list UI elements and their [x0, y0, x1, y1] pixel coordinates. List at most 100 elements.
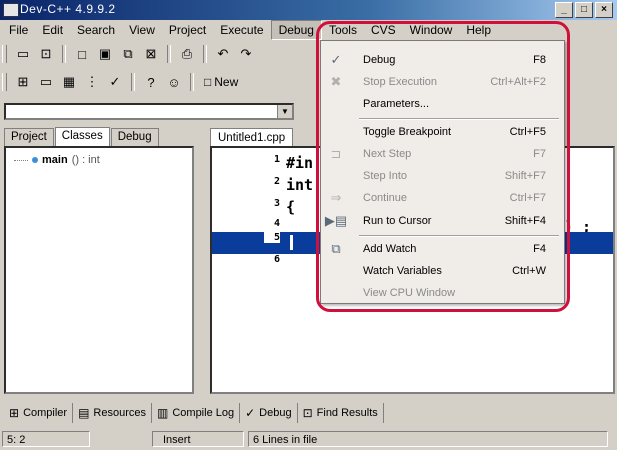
redo-icon[interactable]: ↷ — [236, 44, 256, 64]
run-icon[interactable]: ▭ — [36, 72, 56, 92]
menu-item-debug[interactable]: ✓ Debug F8 — [321, 49, 564, 71]
open-project-icon[interactable]: ⊡ — [36, 44, 56, 64]
about-icon[interactable]: ☺ — [164, 72, 184, 92]
line-code: { — [286, 198, 296, 216]
save-all-icon[interactable]: ⧉ — [118, 44, 138, 64]
tab-classes[interactable]: Classes — [54, 127, 110, 146]
menu-tools[interactable]: Tools — [322, 21, 364, 39]
toolbar-separator — [62, 45, 66, 63]
menu-item-watch-variables[interactable]: Watch Variables Ctrl+W — [321, 260, 564, 282]
tab-compile-log[interactable]: ▥ Compile Log — [152, 403, 241, 423]
menu-help[interactable]: Help — [459, 21, 498, 39]
rebuild-icon[interactable]: ⋮ — [82, 72, 102, 92]
menu-project[interactable]: Project — [162, 21, 213, 39]
compiler-icon: ⊞ — [9, 406, 20, 420]
tab-project[interactable]: Project — [4, 128, 54, 146]
toolbar-separator — [190, 73, 194, 91]
run-to-cursor-icon: ▶▤ — [324, 213, 348, 228]
tab-untitled1[interactable]: Untitled1.cpp — [210, 128, 294, 147]
tab-find-results[interactable]: ⊡ Find Results — [298, 403, 384, 423]
status-bar: 5: 2 Insert 6 Lines in file — [0, 429, 617, 450]
maximize-button[interactable]: □ — [575, 2, 593, 18]
save-icon[interactable]: ▣ — [95, 44, 115, 64]
status-mode: Insert — [152, 431, 244, 447]
next-step-icon: ⊐ — [330, 146, 342, 161]
status-position: 5: 2 — [2, 431, 90, 447]
menu-item-view-cpu-window[interactable]: View CPU Window — [321, 282, 564, 304]
window-controls: _ □ × — [555, 2, 613, 18]
line-code: int — [286, 176, 314, 194]
status-info: 6 Lines in file — [248, 431, 608, 447]
app-icon — [3, 3, 19, 17]
menu-window[interactable]: Window — [403, 21, 460, 39]
toolbar-grip[interactable] — [2, 45, 7, 63]
menu-debug[interactable]: Debug — [270, 20, 322, 40]
line-code: #in — [286, 154, 314, 172]
tree-item-main[interactable]: main () : int — [14, 154, 100, 166]
tab-debug-output[interactable]: ✓ Debug — [240, 403, 298, 423]
find-results-icon: ⊡ — [302, 406, 313, 420]
menu-item-add-watch[interactable]: ⧉ Add Watch F4 — [321, 238, 564, 260]
menu-item-step-into[interactable]: Step Into Shift+F7 — [321, 165, 564, 187]
help-icon[interactable]: ? — [141, 72, 161, 92]
close-button[interactable]: × — [595, 2, 613, 18]
menu-separator — [359, 235, 559, 237]
menu-item-next-step[interactable]: ⊐ Next Step F7 — [321, 143, 564, 165]
print-icon[interactable]: ⎙ — [177, 44, 197, 64]
close-file-icon[interactable]: ⊠ — [141, 44, 161, 64]
new-file-icon: □ — [204, 75, 212, 89]
add-watch-icon: ⧉ — [331, 241, 341, 256]
class-browser: main () : int — [4, 146, 194, 394]
undo-icon[interactable]: ↶ — [213, 44, 233, 64]
new-button-label: New — [214, 75, 239, 89]
dev-cpp-window: Dev-C++ 4.9.9.2 _ □ × File Edit Search V… — [0, 0, 617, 450]
menu-view[interactable]: View — [122, 21, 162, 39]
new-project-icon[interactable]: ▭ — [13, 44, 33, 64]
minimize-button[interactable]: _ — [555, 2, 573, 18]
menu-item-stop-execution[interactable]: ✖ Stop Execution Ctrl+Alt+F2 — [321, 71, 564, 93]
line-number: 2 — [273, 176, 280, 187]
title-bar: Dev-C++ 4.9.9.2 _ □ × — [0, 0, 617, 20]
chevron-down-icon[interactable]: ▼ — [277, 105, 292, 118]
class-selector[interactable]: ▼ — [4, 103, 294, 120]
new-file-icon[interactable]: □ — [72, 44, 92, 64]
menu-edit[interactable]: Edit — [35, 21, 70, 39]
menu-cvs[interactable]: CVS — [364, 21, 403, 39]
tree-connector — [14, 159, 28, 161]
line-number: 1 — [273, 154, 280, 165]
line-number: 3 — [273, 198, 280, 209]
text-caret — [290, 235, 293, 250]
tab-resources[interactable]: ▤ Resources — [73, 403, 152, 423]
toolbar-separator — [167, 45, 171, 63]
bottom-panel-tabs: ⊞ Compiler ▤ Resources ▥ Compile Log ✓ D… — [4, 402, 384, 424]
debug-check-icon[interactable]: ✓ — [105, 72, 125, 92]
main-toolbar: ▭ ⊡ □ ▣ ⧉ ⊠ ⎙ ↶ ↷ — [2, 42, 256, 66]
line-number: 6 — [273, 254, 280, 265]
toolbar-separator — [203, 45, 207, 63]
continue-icon: ⇒ — [330, 190, 342, 205]
compile-icon[interactable]: ⊞ — [13, 72, 33, 92]
resources-icon: ▤ — [78, 406, 90, 420]
menu-search[interactable]: Search — [70, 21, 122, 39]
toolbar-separator — [131, 73, 135, 91]
tab-debug[interactable]: Debug — [110, 128, 159, 146]
check-icon: ✓ — [245, 406, 256, 420]
menu-execute[interactable]: Execute — [213, 21, 270, 39]
tab-label: Resources — [93, 407, 146, 419]
menu-item-toggle-breakpoint[interactable]: Toggle Breakpoint Ctrl+F5 — [321, 121, 564, 143]
compile-log-icon: ▥ — [157, 406, 169, 420]
compile-run-icon[interactable]: ▦ — [59, 72, 79, 92]
line-number: 5 — [264, 232, 280, 243]
menu-item-run-to-cursor[interactable]: ▶▤ Run to Cursor Shift+F4 — [321, 210, 564, 232]
new-button[interactable]: □ New — [200, 75, 242, 89]
check-icon: ✓ — [330, 52, 342, 67]
menu-file[interactable]: File — [2, 21, 35, 39]
menu-item-parameters[interactable]: Parameters... — [321, 93, 564, 115]
tab-compiler[interactable]: ⊞ Compiler — [4, 403, 74, 423]
toolbar-grip[interactable] — [2, 73, 7, 91]
menu-item-continue[interactable]: ⇒ Continue Ctrl+F7 — [321, 187, 564, 209]
editor-tabs: Untitled1.cpp — [210, 128, 294, 147]
tab-label: Compile Log — [172, 407, 235, 419]
function-signature: () : int — [71, 154, 100, 166]
function-name: main — [42, 154, 68, 166]
